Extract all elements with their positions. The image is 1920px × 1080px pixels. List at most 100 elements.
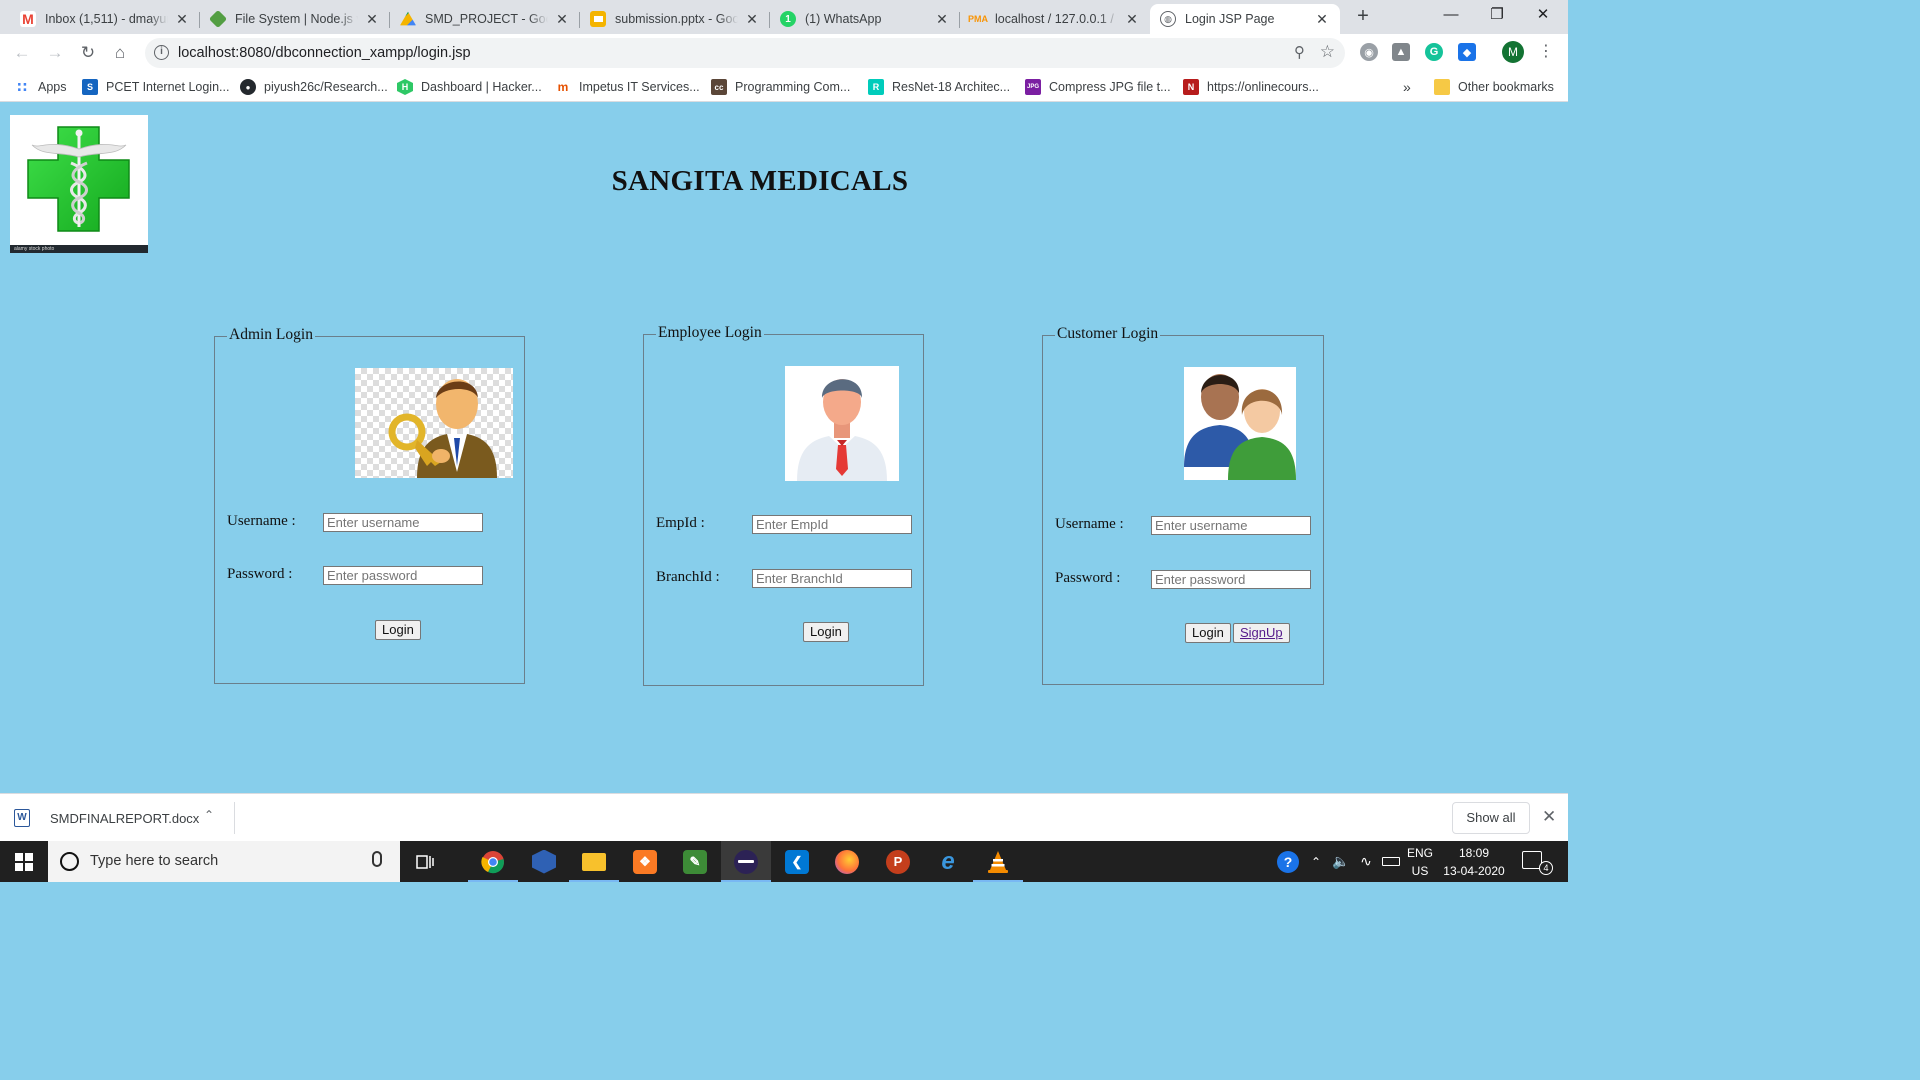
taskbar-virtualbox[interactable] bbox=[519, 841, 569, 882]
employee-login-button[interactable]: Login bbox=[803, 622, 849, 642]
site-info-icon[interactable]: i bbox=[154, 45, 169, 60]
taskbar-search-box[interactable]: Type here to search bbox=[48, 841, 400, 882]
bookmark-onlinecourses[interactable]: N https://onlinecours... bbox=[1183, 77, 1319, 97]
scholar-extension-icon[interactable]: ◆ bbox=[1458, 43, 1476, 61]
taskbar-vlc[interactable] bbox=[973, 841, 1023, 882]
restore-button[interactable]: ❐ bbox=[1474, 0, 1520, 34]
minimize-button[interactable]: — bbox=[1428, 0, 1474, 34]
taskbar-firefox[interactable] bbox=[822, 841, 872, 882]
employee-login-fieldset: Employee Login EmpId : BranchId : Login bbox=[643, 324, 924, 686]
bookmark-pcet[interactable]: S PCET Internet Login... bbox=[82, 77, 229, 97]
system-clock[interactable]: 18:09 13-04-2020 bbox=[1440, 844, 1508, 880]
tab-login-jsp[interactable]: ◍ Login JSP Page ✕ bbox=[1150, 4, 1340, 34]
browser-menu-icon[interactable]: ⋮ bbox=[1538, 41, 1554, 63]
impetus-icon: m bbox=[557, 80, 569, 94]
tab-close-icon[interactable]: ✕ bbox=[554, 11, 570, 28]
logo-watermark: alamy stock photo bbox=[10, 245, 148, 253]
page-title: SANGITA MEDICALS bbox=[611, 165, 909, 197]
bookmark-impetus[interactable]: m Impetus IT Services... bbox=[555, 77, 700, 97]
show-hidden-icons-icon[interactable]: ⌃ bbox=[1306, 841, 1326, 882]
employee-empid-input[interactable] bbox=[752, 515, 912, 534]
url-text[interactable]: localhost:8080/dbconnection_xampp/login.… bbox=[178, 45, 471, 61]
tab-nodejs[interactable]: File System | Node.js v1 ✕ bbox=[200, 4, 390, 34]
admin-avatar-image bbox=[355, 368, 513, 478]
bookmark-label: Other bookmarks bbox=[1458, 80, 1554, 94]
grammarly-icon[interactable]: G bbox=[1425, 43, 1443, 61]
new-tab-button[interactable]: + bbox=[1352, 6, 1374, 28]
chrome-icon bbox=[481, 850, 504, 873]
translate-extension-icon[interactable]: ◉ bbox=[1360, 43, 1378, 61]
download-filename: SMDFINALREPORT.docx bbox=[50, 810, 200, 826]
more-bookmarks-button[interactable]: » bbox=[1403, 77, 1411, 97]
bookmark-github[interactable]: ● piyush26c/Research... bbox=[240, 77, 388, 97]
bookmark-researchgate[interactable]: R ResNet-18 Architec... bbox=[868, 77, 1010, 97]
bookmark-hackerrank[interactable]: H Dashboard | Hacker... bbox=[397, 77, 542, 97]
chevron-up-icon[interactable]: ⌃ bbox=[204, 808, 214, 822]
tab-close-icon[interactable]: ✕ bbox=[174, 11, 190, 28]
help-icon[interactable]: ? bbox=[1276, 841, 1300, 882]
tab-close-icon[interactable]: ✕ bbox=[1124, 11, 1140, 28]
bookmark-star-icon[interactable]: ☆ bbox=[1320, 42, 1335, 62]
taskbar-eclipse[interactable] bbox=[721, 841, 771, 882]
admin-password-input[interactable] bbox=[323, 566, 483, 585]
employee-avatar-image bbox=[785, 366, 899, 481]
bookmark-compressjpg[interactable]: JPG Compress JPG file t... bbox=[1025, 77, 1171, 97]
other-bookmarks-folder[interactable]: Other bookmarks bbox=[1434, 77, 1554, 97]
taskbar-edge[interactable]: e bbox=[923, 841, 973, 882]
volume-icon[interactable]: 🔈 bbox=[1330, 841, 1352, 882]
tab-phpmyadmin[interactable]: PMA localhost / 127.0.0.1 / f ✕ bbox=[960, 4, 1150, 34]
address-bar[interactable]: i localhost:8080/dbconnection_xampp/logi… bbox=[145, 38, 1345, 68]
customer-password-input[interactable] bbox=[1151, 570, 1311, 589]
forward-button[interactable]: → bbox=[41, 40, 69, 66]
profile-avatar[interactable]: M bbox=[1502, 41, 1524, 63]
start-button[interactable] bbox=[0, 841, 48, 882]
tab-close-icon[interactable]: ✕ bbox=[1314, 11, 1330, 28]
zoom-icon[interactable]: ⚲ bbox=[1294, 43, 1305, 61]
taskbar-chrome[interactable] bbox=[468, 841, 518, 882]
microphone-icon[interactable] bbox=[372, 851, 382, 867]
employee-branchid-input[interactable] bbox=[752, 569, 912, 588]
employee-login-legend: Employee Login bbox=[656, 324, 764, 342]
tab-google-slides[interactable]: submission.pptx - Google Slides ✕ bbox=[580, 4, 770, 34]
admin-username-label: Username : bbox=[227, 513, 296, 529]
downloads-bar: W SMDFINALREPORT.docx ⌃ Show all ✕ bbox=[0, 793, 1568, 841]
tab-close-icon[interactable]: ✕ bbox=[934, 11, 950, 28]
task-view-button[interactable] bbox=[400, 841, 450, 882]
region-code: US bbox=[1411, 864, 1429, 878]
show-all-button[interactable]: Show all bbox=[1452, 802, 1530, 834]
bookmark-apps[interactable]: ∷ Apps bbox=[14, 77, 66, 97]
windows-taskbar: Type here to search ❖ ✎ ❮ P e ? ⌃ 🔈 ∿ EN… bbox=[0, 841, 1568, 882]
taskbar-vscode[interactable]: ❮ bbox=[772, 841, 822, 882]
admin-login-button[interactable]: Login bbox=[375, 620, 421, 640]
reload-button[interactable]: ↻ bbox=[74, 40, 102, 66]
wifi-icon[interactable]: ∿ bbox=[1355, 841, 1377, 882]
drive-extension-icon[interactable]: ▲ bbox=[1392, 43, 1410, 61]
tab-close-icon[interactable]: ✕ bbox=[364, 11, 380, 28]
battery-icon[interactable] bbox=[1380, 841, 1402, 882]
admin-username-input[interactable] bbox=[323, 513, 483, 532]
tab-gmail[interactable]: M Inbox (1,511) - dmayur ✕ bbox=[10, 4, 200, 34]
taskbar-notepad[interactable]: ✎ bbox=[670, 841, 720, 882]
close-icon[interactable]: ✕ bbox=[1542, 807, 1556, 827]
notification-count-badge: 4 bbox=[1539, 861, 1553, 875]
taskbar-xampp[interactable]: ❖ bbox=[620, 841, 670, 882]
tab-close-icon[interactable]: ✕ bbox=[744, 11, 760, 28]
admin-login-legend: Admin Login bbox=[227, 326, 315, 344]
vscode-icon: ❮ bbox=[785, 849, 809, 874]
home-button[interactable]: ⌂ bbox=[106, 40, 134, 66]
customers-group-icon bbox=[1184, 374, 1296, 480]
tab-whatsapp[interactable]: 1 (1) WhatsApp ✕ bbox=[770, 4, 960, 34]
customer-signup-button[interactable]: SignUp bbox=[1233, 623, 1290, 643]
customer-username-input[interactable] bbox=[1151, 516, 1311, 535]
close-window-button[interactable]: ✕ bbox=[1520, 0, 1566, 34]
taskbar-file-explorer[interactable] bbox=[569, 841, 619, 882]
back-button[interactable]: ← bbox=[8, 40, 36, 66]
tab-google-drive[interactable]: SMD_PROJECT - Google Drive ✕ bbox=[390, 4, 580, 34]
language-indicator[interactable]: ENG US bbox=[1404, 844, 1436, 880]
taskbar-powerpoint[interactable]: P bbox=[873, 841, 923, 882]
customer-login-button[interactable]: Login bbox=[1185, 623, 1231, 643]
eclipse-icon bbox=[734, 849, 758, 874]
download-item[interactable]: W SMDFINALREPORT.docx bbox=[14, 804, 199, 832]
bookmark-codechef[interactable]: cc Programming Com... bbox=[711, 77, 850, 97]
search-placeholder: Type here to search bbox=[90, 853, 219, 869]
